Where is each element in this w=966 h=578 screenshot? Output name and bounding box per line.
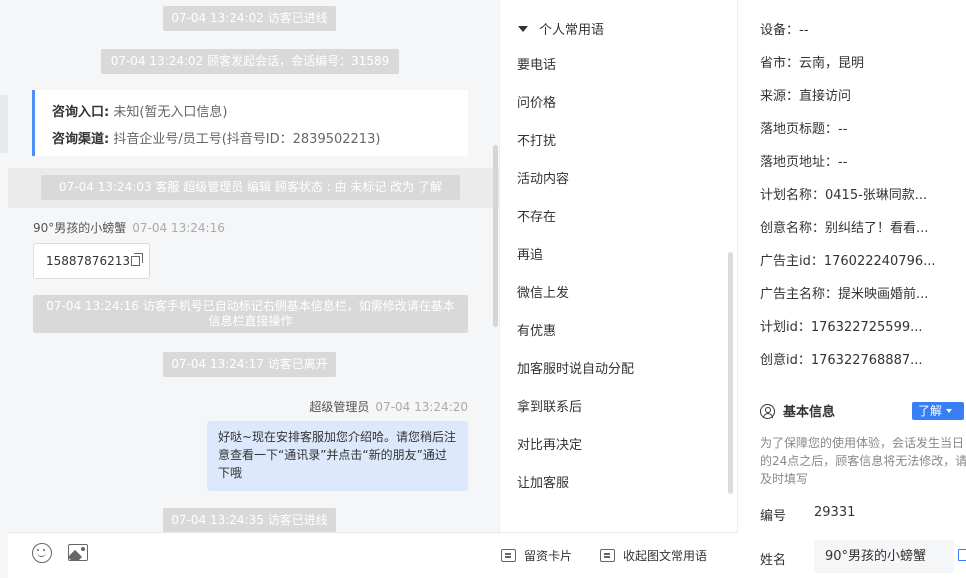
info-plan-id: 计划id：176322725599... [760,320,923,335]
chat-scrollbar[interactable] [493,145,498,327]
entrance-row: 咨询入口: 未知(暂无入口信息) [52,99,468,126]
info-advertiser-name: 广告主名称：提米映画婚前... [760,287,929,302]
number-label: 编号 [760,509,787,524]
info-device: 设备：-- [760,23,809,38]
system-message: 07-04 13:24:35 访客已进线 [163,508,336,532]
entrance-label: 咨询入口: [52,105,110,120]
agent-name: 超级管理员 [309,400,370,414]
channel-value: 抖音企业号/员工号(抖音号ID：2839502213) [113,132,381,147]
left-edge-tab[interactable] [0,95,8,153]
info-landing-title: 落地页标题：-- [760,122,848,137]
emoji-icon[interactable] [32,543,52,563]
number-value: 29331 [814,505,856,520]
name-label: 姓名 [760,553,787,568]
entrance-value: 未知(暂无入口信息) [113,105,228,120]
phrase-item[interactable]: 加客服时说自动分配 [517,358,634,377]
personal-phrases-header[interactable]: 个人常用语 [518,19,604,38]
phrases-icon [600,549,615,562]
name-field[interactable]: 90°男孩的小螃蟹 [814,540,954,573]
system-message: 07-04 13:24:03 客服 超级管理员 编辑 顾客状态 : 由 未标记 … [41,175,460,200]
phrase-item[interactable]: 有优惠 [517,320,556,339]
phrase-item[interactable]: 对比再决定 [517,434,582,453]
system-message: 07-04 13:24:02 顾客发起会话，会话编号：31589 [101,49,399,74]
phrase-item[interactable]: 不存在 [517,206,556,225]
info-creative-id: 创意id：176322768887... [760,353,923,368]
phrases-scrollbar[interactable] [728,252,733,494]
visitor-timestamp: 07-04 13:24:16 [132,221,225,235]
copy-icon[interactable] [130,253,143,266]
visitor-phone-message[interactable]: 15887876213 [33,243,150,279]
system-message: 07-04 13:24:17 访客已离开 [163,352,336,377]
info-landing-url: 落地页地址：-- [760,155,848,170]
phrase-item[interactable]: 拿到联系后 [517,396,582,415]
phrase-item[interactable]: 不打扰 [517,130,556,149]
phrase-item[interactable]: 再追 [517,244,543,263]
consult-entry-card: 咨询入口: 未知(暂无入口信息) 咨询渠道: 抖音企业号/员工号(抖音号ID：2… [32,90,468,156]
chevron-down-icon [946,409,953,413]
channel-row: 咨询渠道: 抖音企业号/员工号(抖音号ID：2839502213) [52,126,468,153]
visitor-phone: 15887876213 [46,254,130,268]
customer-info-pane: 设备：-- 省市：云南，昆明 来源：直接访问 落地页标题：-- 落地页地址：--… [738,0,966,578]
copy-icon[interactable] [958,549,966,561]
phrases-header-label: 个人常用语 [539,23,605,38]
info-creative-name: 创意名称：别纠结了！看看... [760,221,929,236]
agent-message: 好哒~现在安排客服加您介绍哈。请您稍后注意查看一下“通讯录”并点击“新的朋友”通… [207,421,468,491]
collect-phrases-label: 收起图文常用语 [623,549,708,563]
leave-card-button[interactable]: 留资卡片 [501,547,572,564]
user-icon [760,404,775,419]
phrase-item[interactable]: 要电话 [517,54,556,73]
image-icon[interactable] [68,544,88,561]
phrase-item[interactable]: 让加客服 [517,472,569,491]
left-gutter [0,0,8,578]
phrase-item[interactable]: 问价格 [517,92,556,111]
phrases-pane: 个人常用语 要电话 问价格 不打扰 活动内容 不存在 再追 微信上发 有优惠 加… [499,0,738,532]
info-province-city: 省市：云南，昆明 [760,56,865,71]
agent-header: 超级管理员 07-04 13:24:20 [309,398,468,415]
phrase-item[interactable]: 微信上发 [517,282,569,301]
leave-card-label: 留资卡片 [524,549,573,563]
status-label: 了解 [918,404,943,418]
caret-down-icon [518,26,528,32]
system-message: 07-04 13:24:02 访客已进线 [163,6,336,31]
chat-toolbar: 留资卡片 收起图文常用语 [8,532,738,578]
phrase-item[interactable]: 活动内容 [517,168,569,187]
basic-info-title: 基本信息 [760,401,835,420]
card-icon [501,549,516,562]
basic-info-label: 基本信息 [783,405,836,420]
collect-phrases-button[interactable]: 收起图文常用语 [600,547,707,564]
info-plan-name: 计划名称：0415-张琳同款... [760,188,928,203]
info-advertiser-id: 广告主id：176022240796... [760,254,936,269]
agent-timestamp: 07-04 13:24:20 [375,400,468,414]
visitor-header: 90°男孩的小螃蟹 07-04 13:24:16 [33,219,225,236]
customer-status-dropdown[interactable]: 了解 [912,402,964,420]
visitor-name: 90°男孩的小螃蟹 [33,221,127,235]
chat-pane: 07-04 13:24:02 访客已进线 07-04 13:24:02 顾客发起… [8,0,499,532]
system-message: 07-04 13:24:16 访客手机号已自动标记右侧基本信息栏，如需修改请在基… [33,295,468,333]
info-source: 来源：直接访问 [760,89,852,104]
edit-notice: 为了保障您的使用体验，会话发生当日的24点之后，顾客信息将无法修改，请及时填写 [760,436,966,486]
channel-label: 咨询渠道: [52,132,110,147]
